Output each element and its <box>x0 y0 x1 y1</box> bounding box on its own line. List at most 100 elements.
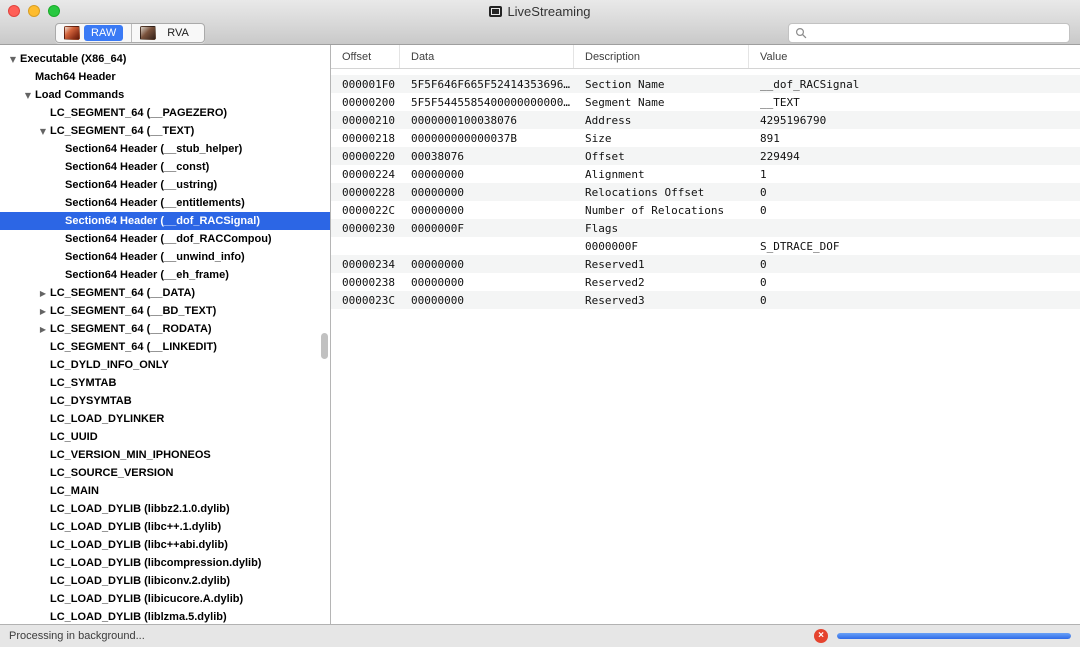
table-row[interactable]: 0000023400000000Reserved10 <box>331 255 1080 273</box>
segment-raw[interactable]: RAW <box>56 24 131 42</box>
cell-description: Segment Name <box>574 96 749 109</box>
sidebar-item[interactable]: Section64 Header (__stub_helper) <box>0 140 330 158</box>
progress-bar <box>837 633 1071 639</box>
cell-description: Relocations Offset <box>574 186 749 199</box>
cell-data: 00038076 <box>400 150 574 163</box>
sidebar-item[interactable]: LC_DYSYMTAB <box>0 392 330 410</box>
sidebar-item[interactable]: LC_DYLD_INFO_ONLY <box>0 356 330 374</box>
disclosure-collapsed-icon[interactable]: ▶ <box>36 307 50 316</box>
sidebar-item[interactable]: Mach64 Header <box>0 68 330 86</box>
close-button[interactable] <box>8 5 20 17</box>
cell-description: Size <box>574 132 749 145</box>
search-field[interactable] <box>788 23 1070 43</box>
sidebar-item[interactable]: Section64 Header (__const) <box>0 158 330 176</box>
sidebar-item[interactable]: ▶LC_SEGMENT_64 (__DATA) <box>0 284 330 302</box>
column-header-description[interactable]: Description <box>574 45 749 68</box>
table-row[interactable]: 0000000FS_DTRACE_DOF <box>331 237 1080 255</box>
minimize-button[interactable] <box>28 5 40 17</box>
sidebar-item[interactable]: LC_LOAD_DYLINKER <box>0 410 330 428</box>
table-row[interactable]: 0000022C00000000Number of Relocations0 <box>331 201 1080 219</box>
sidebar-item[interactable]: ▼Load Commands <box>0 86 330 104</box>
sidebar-item-label: LC_SEGMENT_64 (__BD_TEXT) <box>50 305 216 317</box>
sidebar-item-label: LC_LOAD_DYLIB (libiconv.2.dylib) <box>50 575 230 587</box>
column-header-value[interactable]: Value <box>749 45 1080 68</box>
window-title-group: LiveStreaming <box>489 4 590 19</box>
table-row[interactable]: 0000022000038076Offset229494 <box>331 147 1080 165</box>
table-row[interactable]: 0000023800000000Reserved20 <box>331 273 1080 291</box>
disclosure-expanded-icon[interactable]: ▼ <box>21 91 35 100</box>
column-header-data[interactable]: Data <box>400 45 574 68</box>
sidebar-item[interactable]: Section64 Header (__entitlements) <box>0 194 330 212</box>
cell-offset: 00000210 <box>331 114 400 127</box>
sidebar-item[interactable]: ▶LC_SEGMENT_64 (__BD_TEXT) <box>0 302 330 320</box>
sidebar-item[interactable]: LC_LOAD_DYLIB (libiconv.2.dylib) <box>0 572 330 590</box>
cell-value: 891 <box>749 132 1080 145</box>
sidebar-item[interactable]: ▶LC_SEGMENT_64 (__RODATA) <box>0 320 330 338</box>
sidebar-item[interactable]: LC_SOURCE_VERSION <box>0 464 330 482</box>
cell-offset: 0000023C <box>331 294 400 307</box>
cell-description: Alignment <box>574 168 749 181</box>
sidebar-item[interactable]: LC_VERSION_MIN_IPHONEOS <box>0 446 330 464</box>
toolbar: RAW RVA <box>0 22 1080 44</box>
sidebar-item[interactable]: Section64 Header (__dof_RACSignal) <box>0 212 330 230</box>
column-header-offset[interactable]: Offset <box>331 45 400 68</box>
cell-offset: 00000230 <box>331 222 400 235</box>
sidebar-item[interactable]: LC_SEGMENT_64 (__LINKEDIT) <box>0 338 330 356</box>
sidebar-item[interactable]: Section64 Header (__unwind_info) <box>0 248 330 266</box>
sidebar-item[interactable]: LC_LOAD_DYLIB (libc++.1.dylib) <box>0 518 330 536</box>
segment-rva[interactable]: RVA <box>131 24 204 42</box>
sidebar-item[interactable]: LC_LOAD_DYLIB (libcompression.dylib) <box>0 554 330 572</box>
cell-offset: 00000218 <box>331 132 400 145</box>
table-row[interactable]: 0000022400000000Alignment1 <box>331 165 1080 183</box>
sidebar-item[interactable]: LC_SYMTAB <box>0 374 330 392</box>
cell-data: 00000000 <box>400 276 574 289</box>
sidebar-item[interactable]: LC_UUID <box>0 428 330 446</box>
cell-offset: 00000234 <box>331 258 400 271</box>
sidebar-item[interactable]: ▼LC_SEGMENT_64 (__TEXT) <box>0 122 330 140</box>
table-row[interactable]: 000001F05F5F646F665F52414353696…Section … <box>331 75 1080 93</box>
disclosure-collapsed-icon[interactable]: ▶ <box>36 289 50 298</box>
sidebar-item[interactable]: Section64 Header (__eh_frame) <box>0 266 330 284</box>
sidebar-item[interactable]: LC_LOAD_DYLIB (libc++abi.dylib) <box>0 536 330 554</box>
cell-description: Reserved1 <box>574 258 749 271</box>
sidebar-item[interactable]: LC_LOAD_DYLIB (liblzma.5.dylib) <box>0 608 330 624</box>
sidebar-item-label: LC_SEGMENT_64 (__RODATA) <box>50 323 212 335</box>
sidebar-item-label: Section64 Header (__entitlements) <box>65 197 245 209</box>
table-row[interactable]: 000002005F5F5445585400000000000…Segment … <box>331 93 1080 111</box>
sidebar: ▼Executable (X86_64) Mach64 Header ▼Load C… <box>0 45 331 624</box>
cell-description: 0000000F <box>574 240 749 253</box>
sidebar-item-label: Section64 Header (__stub_helper) <box>65 143 242 155</box>
cell-data: 00000000 <box>400 258 574 271</box>
sidebar-item[interactable]: ▼Executable (X86_64) <box>0 50 330 68</box>
cell-value: 4295196790 <box>749 114 1080 127</box>
sidebar-item[interactable]: Section64 Header (__ustring) <box>0 176 330 194</box>
sidebar-item[interactable]: LC_LOAD_DYLIB (libicucore.A.dylib) <box>0 590 330 608</box>
table-row[interactable]: 0000023C00000000Reserved30 <box>331 291 1080 309</box>
sidebar-item-label: LC_DYLD_INFO_ONLY <box>50 359 169 371</box>
sidebar-item-label: LC_SEGMENT_64 (__LINKEDIT) <box>50 341 217 353</box>
sidebar-item-label: Mach64 Header <box>35 71 116 83</box>
disclosure-collapsed-icon[interactable]: ▶ <box>36 325 50 334</box>
sidebar-item[interactable]: LC_SEGMENT_64 (__PAGEZERO) <box>0 104 330 122</box>
cell-description: Number of Relocations <box>574 204 749 217</box>
disclosure-expanded-icon[interactable]: ▼ <box>6 55 20 64</box>
cell-description: Section Name <box>574 78 749 91</box>
cell-offset: 00000220 <box>331 150 400 163</box>
table-row[interactable]: 00000218000000000000037BSize891 <box>331 129 1080 147</box>
stop-icon[interactable]: × <box>814 629 828 643</box>
table-row[interactable]: 000002300000000FFlags <box>331 219 1080 237</box>
sidebar-item[interactable]: LC_MAIN <box>0 482 330 500</box>
cell-value: 0 <box>749 258 1080 271</box>
cell-data: 00000000 <box>400 186 574 199</box>
zoom-button[interactable] <box>48 5 60 17</box>
table-row[interactable]: 0000022800000000Relocations Offset0 <box>331 183 1080 201</box>
disclosure-expanded-icon[interactable]: ▼ <box>36 127 50 136</box>
sidebar-item-label: LC_VERSION_MIN_IPHONEOS <box>50 449 211 461</box>
search-input[interactable] <box>811 27 1063 39</box>
table-row[interactable]: 000002100000000100038076Address429519679… <box>331 111 1080 129</box>
cell-description: Reserved2 <box>574 276 749 289</box>
sidebar-item[interactable]: LC_LOAD_DYLIB (libbz2.1.0.dylib) <box>0 500 330 518</box>
document-icon <box>489 6 502 17</box>
sidebar-scrollbar[interactable] <box>321 333 328 359</box>
sidebar-item[interactable]: Section64 Header (__dof_RACCompou) <box>0 230 330 248</box>
